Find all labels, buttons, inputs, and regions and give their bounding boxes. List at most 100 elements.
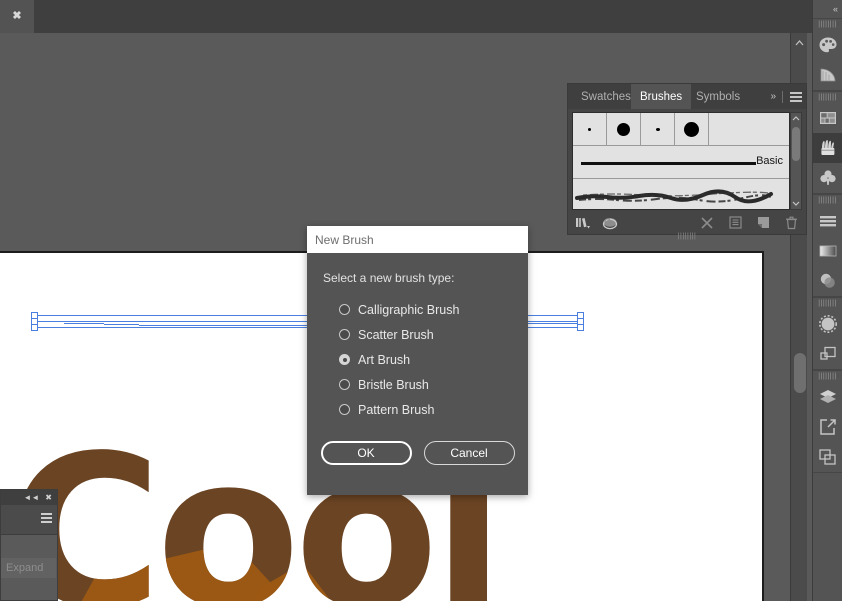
document-tab[interactable]: ✖ [0, 0, 34, 33]
brush-item-basic[interactable]: Basic [573, 146, 789, 179]
stroke-panel-icon[interactable] [813, 309, 842, 339]
scrollbar-thumb[interactable] [792, 127, 800, 161]
rail-group-color: |||||||| [813, 18, 842, 91]
brush-item-1pt[interactable] [573, 113, 607, 145]
brushes-panel-icon[interactable] [813, 133, 842, 163]
radio-icon[interactable] [339, 304, 350, 315]
radio-option-art-brush[interactable]: Art Brush [339, 347, 512, 372]
close-icon[interactable]: ✖ [12, 11, 21, 22]
dialog-button-row: OK Cancel [307, 441, 528, 465]
radio-icon[interactable] [339, 404, 350, 415]
options-of-selected-object-icon[interactable] [726, 215, 744, 231]
dialog-title-bar: New Brush [307, 226, 528, 253]
delete-brush-icon[interactable] [782, 215, 800, 231]
rail-collapse-icon[interactable]: « [813, 0, 842, 18]
tab-swatches[interactable]: Swatches [572, 84, 640, 109]
brush-thumbnail-row [573, 113, 789, 146]
rail-grip[interactable]: |||||||| [813, 195, 842, 206]
chevron-double-left-icon[interactable]: « [833, 4, 838, 14]
panel-tab-tools: » [770, 84, 802, 109]
scroll-up-icon[interactable] [791, 113, 801, 124]
radio-label: Art Brush [358, 352, 411, 367]
brush-name-label: Basic [756, 155, 783, 167]
mini-panel-header: ◄◄ ✖ [1, 490, 57, 505]
brush-item-3pt[interactable] [607, 113, 641, 145]
basic-stroke-preview [581, 162, 756, 165]
rail-group-appearance: |||||||| [813, 194, 842, 297]
rail-grip[interactable]: |||||||| [813, 92, 842, 103]
color-panel-icon[interactable] [813, 30, 842, 60]
remove-brush-stroke-icon[interactable] [698, 215, 716, 231]
divider [782, 90, 783, 103]
scroll-up-icon[interactable] [791, 35, 808, 51]
new-brush-icon[interactable] [754, 215, 772, 231]
radio-icon-selected[interactable] [339, 354, 350, 365]
radio-label: Calligraphic Brush [358, 302, 460, 317]
brush-item-5pt[interactable] [641, 113, 675, 145]
close-icon[interactable]: ✖ [45, 493, 52, 502]
selection-handle-bottom-right[interactable] [577, 324, 584, 331]
scrollbar-thumb[interactable] [794, 353, 806, 393]
radio-icon[interactable] [339, 329, 350, 340]
brush-item-charcoal[interactable] [573, 179, 789, 209]
transform-panel-icon[interactable] [813, 339, 842, 369]
expand-button[interactable]: Expand [1, 558, 56, 578]
brush-list[interactable]: Basic [572, 112, 790, 210]
panel-menu-icon[interactable] [41, 513, 52, 523]
floating-mini-panel[interactable]: ◄◄ ✖ Expand [0, 489, 58, 601]
rail-group-panels: |||||||| [813, 91, 842, 194]
color-guide-icon[interactable] [813, 60, 842, 90]
panel-resize-grip[interactable]: |||||||| [678, 233, 697, 240]
dialog-prompt: Select a new brush type: [323, 271, 455, 285]
brushes-panel[interactable]: Swatches Brushes Symbols » Basic |||||||… [567, 83, 807, 240]
ok-button[interactable]: OK [320, 441, 412, 465]
dialog-title: New Brush [315, 232, 374, 247]
tab-label: Brushes [640, 90, 683, 103]
radio-option-pattern-brush[interactable]: Pattern Brush [339, 397, 512, 422]
brushes-panel-footer [568, 211, 806, 234]
application-window: ✖ Cool Cool Cool Swatches Brushes Symbol… [0, 0, 842, 601]
new-brush-dialog[interactable]: New Brush Select a new brush type: Calli… [307, 226, 528, 495]
align-panel-icon[interactable] [813, 206, 842, 236]
radio-option-bristle-brush[interactable]: Bristle Brush [339, 372, 512, 397]
transparency-panel-icon[interactable] [813, 266, 842, 296]
tab-symbols[interactable]: Symbols [687, 84, 749, 109]
brush-libraries-menu-icon[interactable] [574, 215, 592, 231]
panel-icon-rail: « |||||||| |||||||| |||||||| |||||||| ||… [812, 0, 842, 601]
rail-grip[interactable]: |||||||| [813, 19, 842, 30]
rail-grip[interactable]: |||||||| [813, 371, 842, 382]
chevron-double-right-icon[interactable]: » [770, 91, 775, 102]
layers-panel-icon[interactable] [813, 382, 842, 412]
tab-brushes[interactable]: Brushes [631, 84, 692, 109]
radio-label: Scatter Brush [358, 327, 434, 342]
brush-type-radio-group[interactable]: Calligraphic Brush Scatter Brush Art Bru… [339, 297, 512, 422]
tab-label: Swatches [581, 90, 631, 103]
rail-group-layers: |||||||| [813, 370, 842, 473]
radio-label: Pattern Brush [358, 402, 435, 417]
radio-icon[interactable] [339, 379, 350, 390]
cancel-button[interactable]: Cancel [423, 441, 515, 465]
rail-group-stroke: |||||||| [813, 297, 842, 370]
radio-option-scatter-brush[interactable]: Scatter Brush [339, 322, 512, 347]
radio-option-calligraphic-brush[interactable]: Calligraphic Brush [339, 297, 512, 322]
tab-label: Symbols [696, 90, 741, 103]
symbols-panel-icon[interactable] [813, 163, 842, 193]
selection-path-segment [64, 323, 104, 324]
panel-tab-strip: Swatches Brushes Symbols » [568, 84, 806, 109]
document-tab-bar: ✖ [0, 0, 812, 33]
selection-handle-bottom-left[interactable] [31, 324, 38, 331]
rail-grip[interactable]: |||||||| [813, 298, 842, 309]
collapse-icon[interactable]: ◄◄ [23, 493, 39, 502]
selection-path-segment [104, 324, 139, 325]
selection-path-segment [139, 324, 204, 326]
charcoal-stroke-preview [575, 189, 774, 204]
libraries-panel-icon[interactable] [602, 215, 620, 231]
brush-item-round[interactable] [675, 113, 709, 145]
asset-export-panel-icon[interactable] [813, 412, 842, 442]
scroll-down-icon[interactable] [791, 198, 801, 209]
gradient-panel-icon[interactable] [813, 236, 842, 266]
artboards-panel-icon[interactable] [813, 442, 842, 472]
brush-list-scrollbar[interactable] [790, 112, 802, 210]
panel-menu-icon[interactable] [790, 91, 802, 102]
swatches-panel-icon[interactable] [813, 103, 842, 133]
